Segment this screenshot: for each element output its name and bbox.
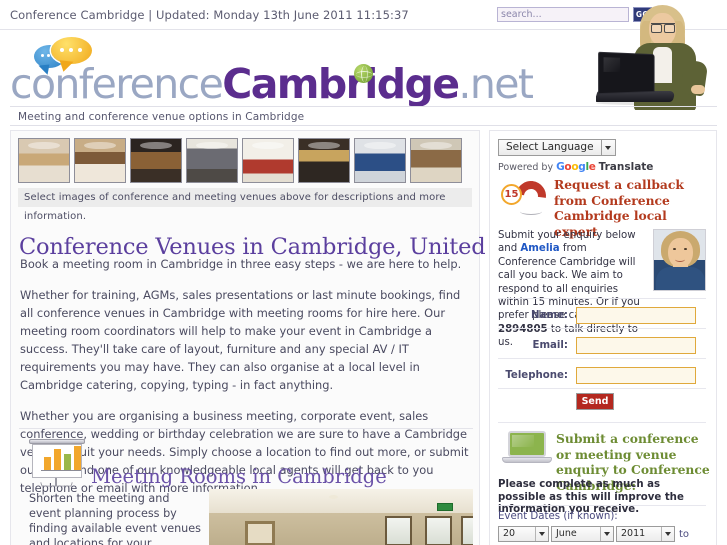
form-divider-4 [498,388,706,389]
event-start-day-value: 20 [503,528,516,539]
laptop-screen [598,51,655,95]
send-button[interactable]: Send [576,393,614,410]
event-start-year-value: 2011 [621,528,646,539]
venue-thumb-8[interactable] [410,138,462,183]
venue-thumb-6[interactable] [298,138,350,183]
event-start-year-select[interactable]: 2011 [616,526,675,542]
select-language-label: Select Language [506,141,594,153]
email-field-row: Email: [498,333,706,357]
logo-text-net: .net [458,60,534,108]
chart-rail [29,439,85,444]
logo-text-cambridge: Cambridge [222,60,460,108]
telephone-label: Telephone: [505,369,568,381]
form-divider-1 [498,298,706,299]
dates-divider [498,505,706,506]
chart-legs [40,482,73,487]
hero-hand [691,85,705,94]
presentation-chart-icon [29,438,85,487]
venue-thumb-3[interactable] [130,138,182,183]
venue-thumb-7[interactable] [354,138,406,183]
meeting-room-photo [209,489,473,545]
intro-paragraph-2: Whether for training, AGMs, sales presen… [20,288,461,392]
wall-picture-frame [245,521,275,545]
meeting-rooms-heading: Meeting Rooms in Cambridge [91,465,387,489]
powered-by-google-translate: Powered by Google Translate [498,161,653,173]
event-start-month-value: June [556,528,577,539]
status-text: Conference Cambridge | Updated: Monday 1… [10,8,409,22]
logo-wordmark: conferenceCambridge.net [10,60,534,108]
hero-woman-with-laptop-photo [596,5,727,110]
laptop-icon-base [502,457,552,463]
name-field-row: Name: [498,303,706,327]
chevron-down-icon [535,527,548,541]
enquiry-divider [498,422,706,423]
name-field[interactable] [576,306,696,324]
event-dates-row: 20 June 2011 to [498,526,689,542]
main-content-column: Select images of conference and meeting … [10,130,593,545]
chevron-down-icon [600,527,613,541]
telephone-field-row: Telephone: [498,363,706,387]
venue-thumb-5[interactable] [242,138,294,183]
exit-sign [437,503,453,511]
laptop-icon [502,431,552,467]
powered-by-label: Powered by [498,162,554,173]
telephone-field[interactable] [576,366,696,384]
laptop-icon-screen [508,431,546,457]
logo-text-conference: conference [10,60,224,108]
sidebar-column: Select Language Powered by Google Transl… [489,130,717,545]
email-field[interactable] [576,336,696,354]
intro-paragraph-1: Book a meeting room in Cambridge in thre… [20,257,462,271]
select-language-dropdown[interactable]: Select Language [498,139,616,156]
dates-to-label: to [679,528,690,540]
hero-shirt [653,47,672,83]
tagline-bar: Meeting and conference venue options in … [10,106,717,126]
agent-avatar [653,229,706,291]
section-divider [19,428,473,429]
venue-thumb-4[interactable] [186,138,238,183]
chevron-down-icon [600,140,615,155]
tagline-text: Meeting and conference venue options in … [18,111,305,123]
translate-label: Translate [598,161,654,173]
phone-cord [520,208,542,215]
venue-thumbnail-strip [18,138,462,183]
email-label: Email: [532,339,568,351]
chevron-down-icon [661,527,674,541]
phone-callback-icon: 15 [500,174,553,218]
name-label: Name: [531,309,568,321]
event-start-day-select[interactable]: 20 [498,526,549,542]
event-start-month-select[interactable]: June [551,526,614,542]
minutes-badge: 15 [501,184,522,205]
page-root: Conference Cambridge | Updated: Monday 1… [0,0,727,545]
venue-thumb-2[interactable] [74,138,126,183]
event-dates-label: Event Dates (if known): [498,511,618,522]
form-divider-2 [498,328,706,329]
agent-name: Amelia [520,243,560,255]
form-divider-3 [498,358,706,359]
hero-glasses [651,23,675,33]
meeting-rooms-text: Shorten the meeting and event planning p… [29,492,201,545]
callback-body-text: Submit your enquiry below and Amelia fro… [498,229,646,350]
globe-icon [354,64,373,83]
chart-board [32,444,82,478]
venue-thumb-1[interactable] [18,138,70,183]
gallery-caption: Select images of conference and meeting … [18,188,472,222]
google-logo: Google [556,161,596,173]
